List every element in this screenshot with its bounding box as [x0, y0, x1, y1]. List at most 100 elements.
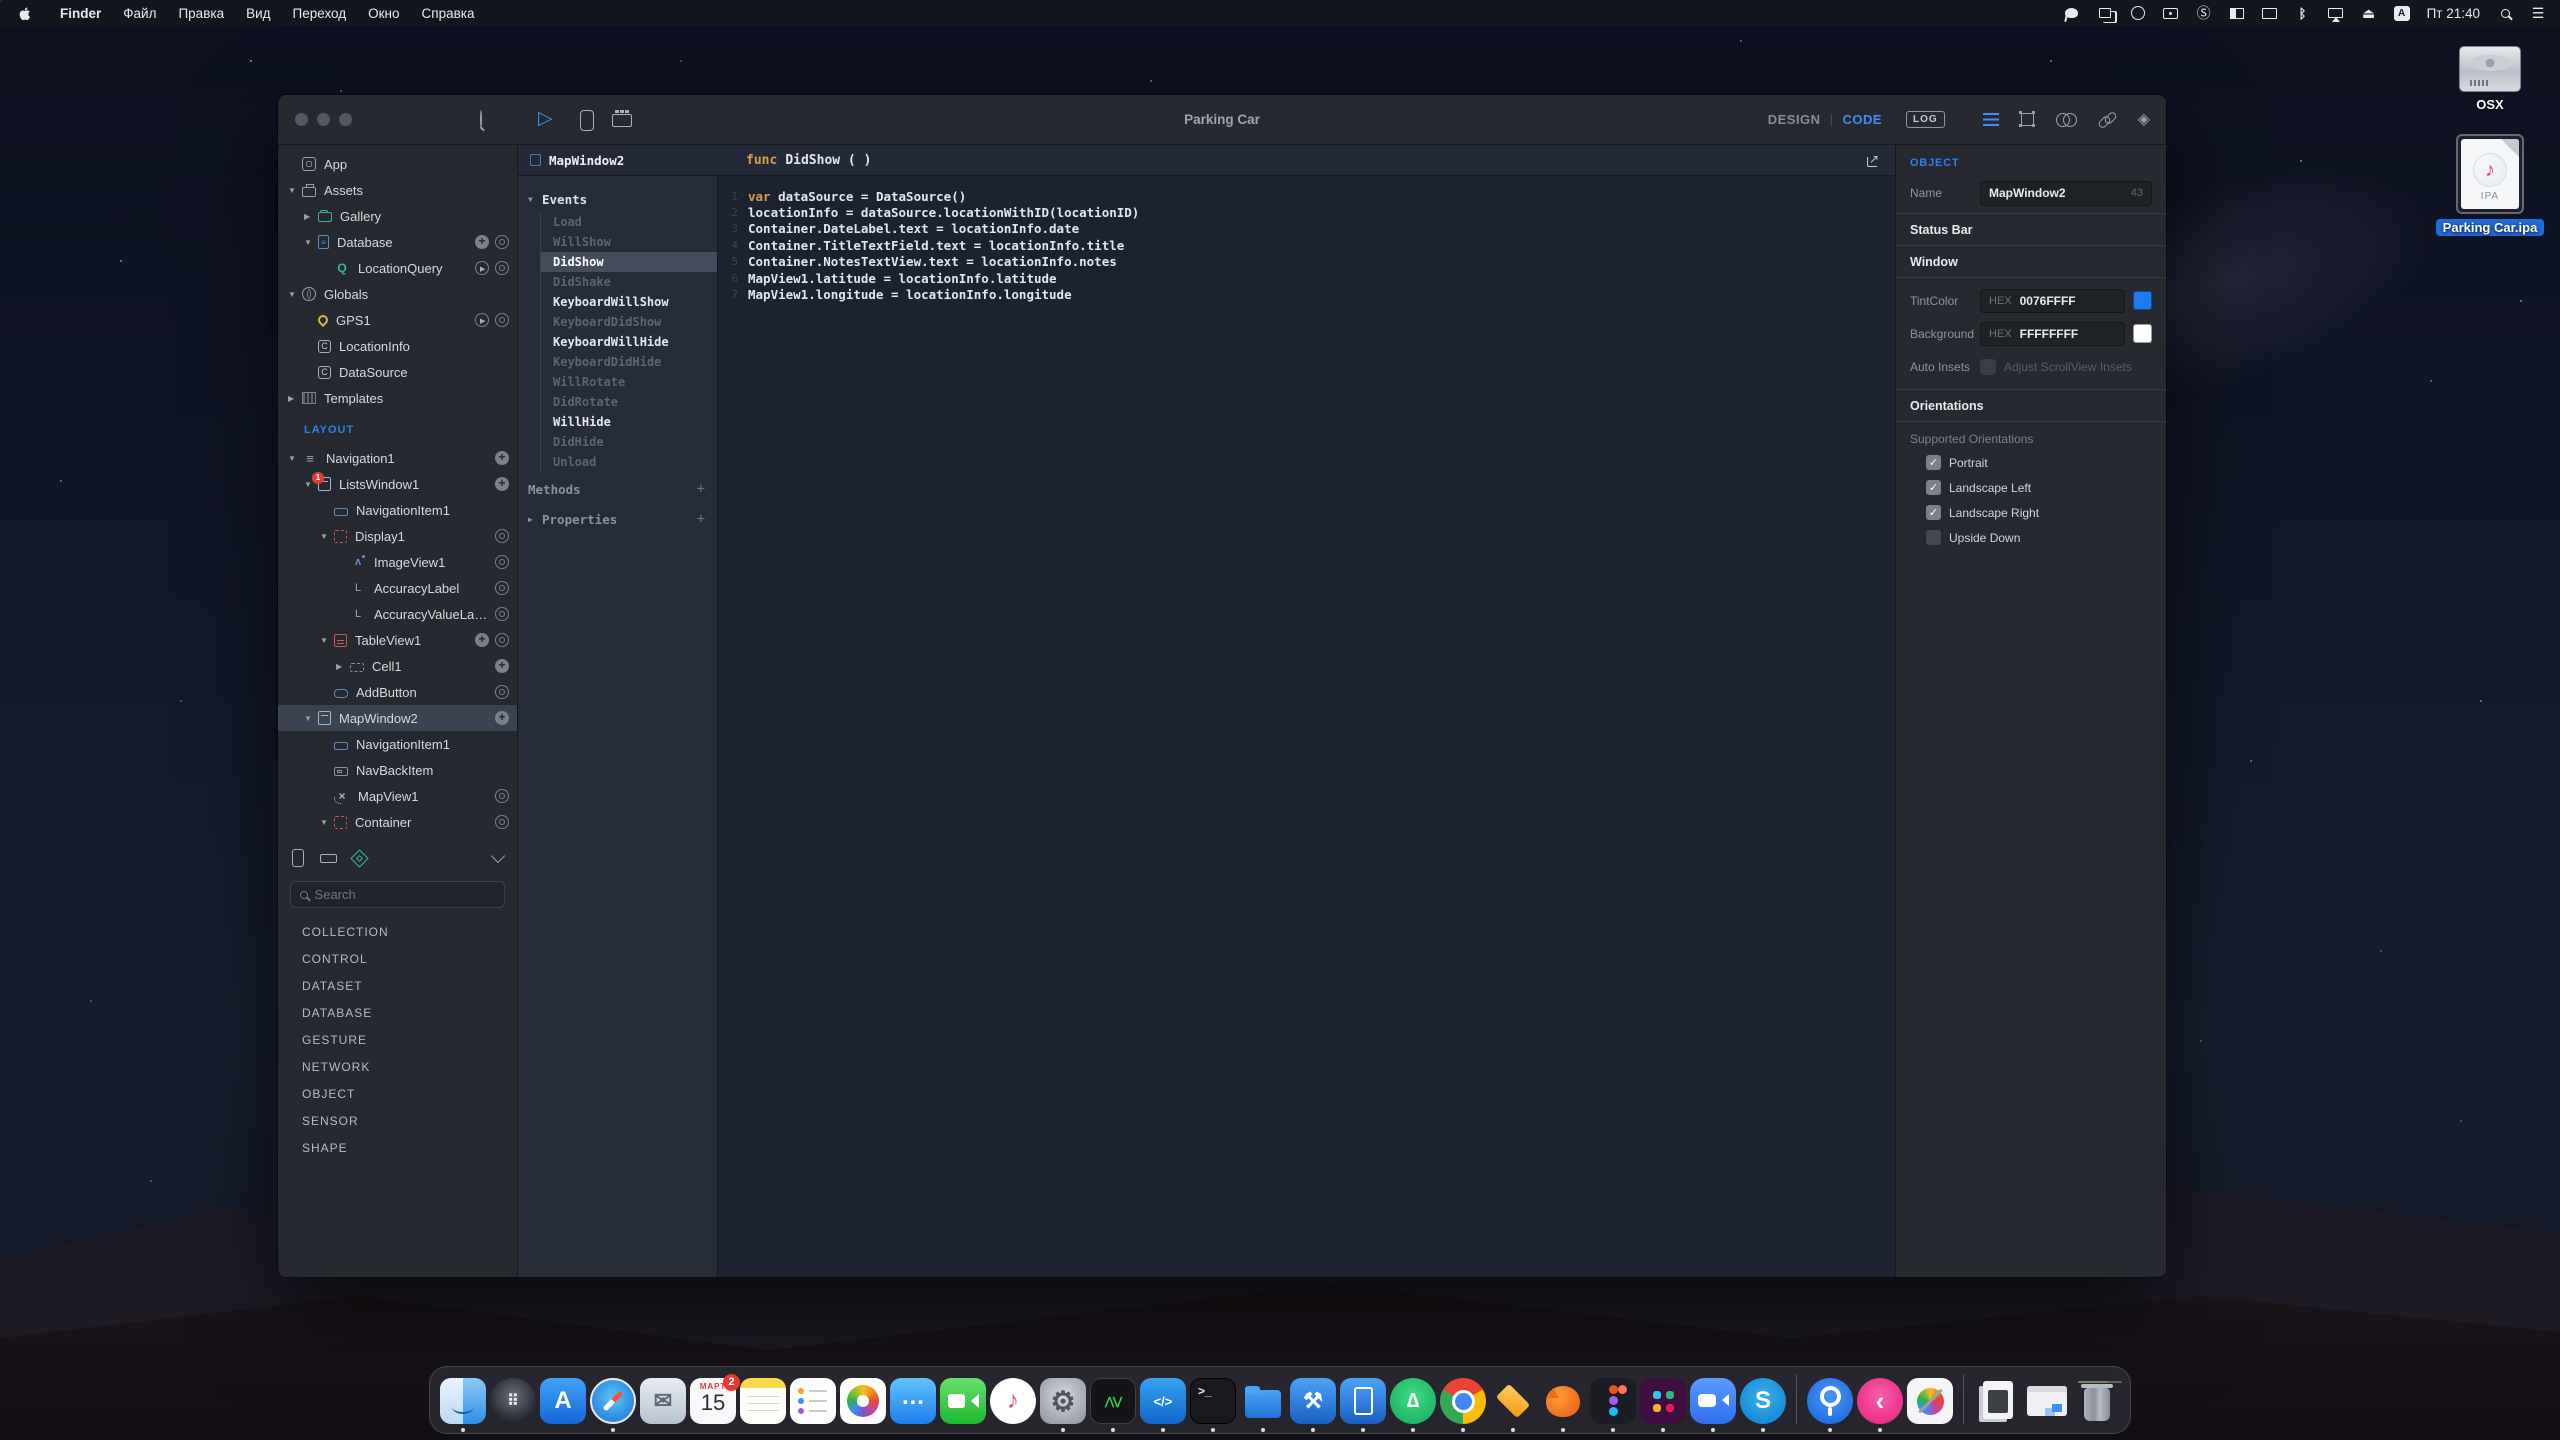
- spotlight-icon[interactable]: [2497, 4, 2513, 22]
- code-editor[interactable]: 1 var dataSource = DataSource() 2 locati…: [718, 176, 1895, 1277]
- notes-dock-icon[interactable]: [740, 1378, 786, 1424]
- tree-item[interactable]: Cell1: [278, 653, 517, 679]
- sidebar-search-icon[interactable]: [480, 111, 482, 129]
- disclosure-triangle[interactable]: [304, 714, 318, 723]
- terminal-dock-icon[interactable]: >_: [1190, 1378, 1236, 1424]
- tree-item[interactable]: LocationQuery: [278, 255, 517, 281]
- sketch-dock-icon[interactable]: [1490, 1378, 1536, 1424]
- name-input[interactable]: [1989, 186, 2143, 200]
- disclosure-triangle[interactable]: [320, 532, 334, 541]
- menu-bar-item[interactable]: Справка: [411, 0, 486, 26]
- code-line[interactable]: 2 locationInfo = dataSource.locationWith…: [718, 204, 1895, 220]
- window-section-header[interactable]: Window: [1896, 246, 2166, 277]
- itunes-dock-icon[interactable]: ♪: [990, 1378, 1036, 1424]
- documents-stack-dock-icon[interactable]: [1974, 1378, 2020, 1424]
- safari-dock-icon[interactable]: [590, 1378, 636, 1424]
- event-item[interactable]: DidShake: [541, 272, 717, 292]
- tint-hex-field[interactable]: HEX 0076FFFF: [1980, 289, 2125, 313]
- tree-item[interactable]: Navigation1: [278, 445, 517, 471]
- event-item[interactable]: Unload: [541, 452, 717, 472]
- tree-item[interactable]: TableView1: [278, 627, 517, 653]
- disclosure-triangle[interactable]: [288, 454, 302, 463]
- disclosure-triangle[interactable]: [320, 636, 334, 645]
- eject-icon[interactable]: ⏏: [2361, 4, 2377, 22]
- auto-insets-checkbox[interactable]: [1980, 359, 1996, 375]
- chevron-down-icon[interactable]: [491, 849, 505, 863]
- window-titlebar[interactable]: ▷ Parking Car DESIGN | CODE LOG ◈: [278, 95, 2166, 145]
- orientation-checkbox[interactable]: [1926, 505, 1941, 520]
- name-field[interactable]: 43: [1980, 181, 2152, 206]
- messages-dock-icon[interactable]: …: [890, 1378, 936, 1424]
- connection-circle-icon[interactable]: [495, 261, 509, 275]
- input-source-icon[interactable]: A: [2394, 6, 2410, 21]
- open-external-icon[interactable]: ↗: [1867, 153, 1881, 167]
- tree-item[interactable]: App: [278, 151, 517, 177]
- code-line[interactable]: 7 MapView1.longitude = locationInfo.long…: [718, 286, 1895, 302]
- zoom-dock-icon[interactable]: [1690, 1378, 1736, 1424]
- event-item[interactable]: KeyboardWillShow: [541, 292, 717, 312]
- library-category[interactable]: DATABASE: [278, 999, 517, 1026]
- password-app-dock-icon[interactable]: [1807, 1378, 1853, 1424]
- editor-tab[interactable]: MapWindow2: [518, 153, 718, 168]
- figma-dock-icon[interactable]: [1590, 1378, 1636, 1424]
- methods-section[interactable]: Methods +: [518, 476, 717, 502]
- play-circle-icon[interactable]: [475, 313, 489, 327]
- postgres-icon[interactable]: [2064, 4, 2080, 22]
- parallels-icon[interactable]: [2229, 4, 2245, 22]
- tree-item[interactable]: 1 ListsWindow1: [278, 471, 517, 497]
- vscode-dock-icon[interactable]: </>: [1140, 1378, 1186, 1424]
- tree-item[interactable]: NavBackItem: [278, 757, 517, 783]
- notification-center-icon[interactable]: ☰: [2530, 4, 2546, 22]
- disclosure-triangle[interactable]: [320, 818, 334, 827]
- connection-circle-icon[interactable]: [495, 815, 509, 829]
- code-line[interactable]: 6 MapView1.latitude = locationInfo.latit…: [718, 270, 1895, 286]
- add-icon[interactable]: [475, 633, 489, 647]
- tree-item[interactable]: AccuracyLabel: [278, 575, 517, 601]
- tree-item[interactable]: Globals: [278, 281, 517, 307]
- disclosure-triangle[interactable]: [288, 290, 302, 299]
- event-item[interactable]: KeyboardWillHide: [541, 332, 717, 352]
- tint-color-swatch[interactable]: [2133, 291, 2152, 310]
- app-store-dock-icon[interactable]: A: [540, 1378, 586, 1424]
- event-item[interactable]: DidShow: [541, 252, 717, 272]
- background-hex-field[interactable]: HEX FFFFFFFF: [1980, 322, 2125, 346]
- desktop-icon-parking-car-ipa[interactable]: ♪ IPA Parking Car.ipa: [2436, 134, 2545, 236]
- style-inspector-icon[interactable]: [2056, 113, 2076, 127]
- reminders-dock-icon[interactable]: [790, 1378, 836, 1424]
- menu-bar-item[interactable]: Файл: [112, 0, 167, 26]
- event-item[interactable]: WillHide: [541, 412, 717, 432]
- disclosure-triangle[interactable]: [304, 238, 318, 247]
- chrome-dock-icon[interactable]: [1440, 1378, 1486, 1424]
- activity-monitor-dock-icon[interactable]: ⋀⋁: [1090, 1378, 1136, 1424]
- library-category[interactable]: NETWORK: [278, 1053, 517, 1080]
- keyboard-toggle-icon[interactable]: [612, 114, 632, 127]
- pink-app-dock-icon[interactable]: ‹: [1857, 1378, 1903, 1424]
- design-mode-button[interactable]: DESIGN: [1768, 112, 1821, 127]
- orientation-checkbox[interactable]: [1926, 530, 1941, 545]
- disclosure-triangle[interactable]: [304, 212, 318, 221]
- system-preferences-dock-icon[interactable]: ⚙: [1040, 1378, 1086, 1424]
- displays-icon[interactable]: [2097, 4, 2113, 22]
- minimized-window-dock-icon[interactable]: [2024, 1378, 2070, 1424]
- tree-item[interactable]: AccuracyValueLabel: [278, 601, 517, 627]
- connections-inspector-icon[interactable]: [2098, 113, 2116, 127]
- tree-item[interactable]: MapView1: [278, 783, 517, 809]
- properties-section[interactable]: Properties +: [518, 506, 717, 532]
- control-filter-icon[interactable]: [320, 854, 337, 863]
- connection-circle-icon[interactable]: [495, 789, 509, 803]
- frame-inspector-icon[interactable]: [2021, 113, 2034, 126]
- library-category[interactable]: DATASET: [278, 972, 517, 999]
- tree-item[interactable]: Display1: [278, 523, 517, 549]
- finder-dock-icon[interactable]: [440, 1378, 486, 1424]
- orientation-checkbox[interactable]: [1926, 455, 1941, 470]
- add-icon[interactable]: [495, 451, 509, 465]
- close-window-button[interactable]: [295, 113, 308, 126]
- library-category[interactable]: CONTROL: [278, 945, 517, 972]
- code-line[interactable]: 4 Container.TitleTextField.text = locati…: [718, 237, 1895, 253]
- camera-icon[interactable]: [2163, 4, 2179, 22]
- device-preview-icon[interactable]: [580, 110, 594, 131]
- run-button[interactable]: ▷: [538, 107, 553, 130]
- connection-circle-icon[interactable]: [495, 313, 509, 327]
- library-search[interactable]: [290, 881, 505, 908]
- play-circle-icon[interactable]: [475, 261, 489, 275]
